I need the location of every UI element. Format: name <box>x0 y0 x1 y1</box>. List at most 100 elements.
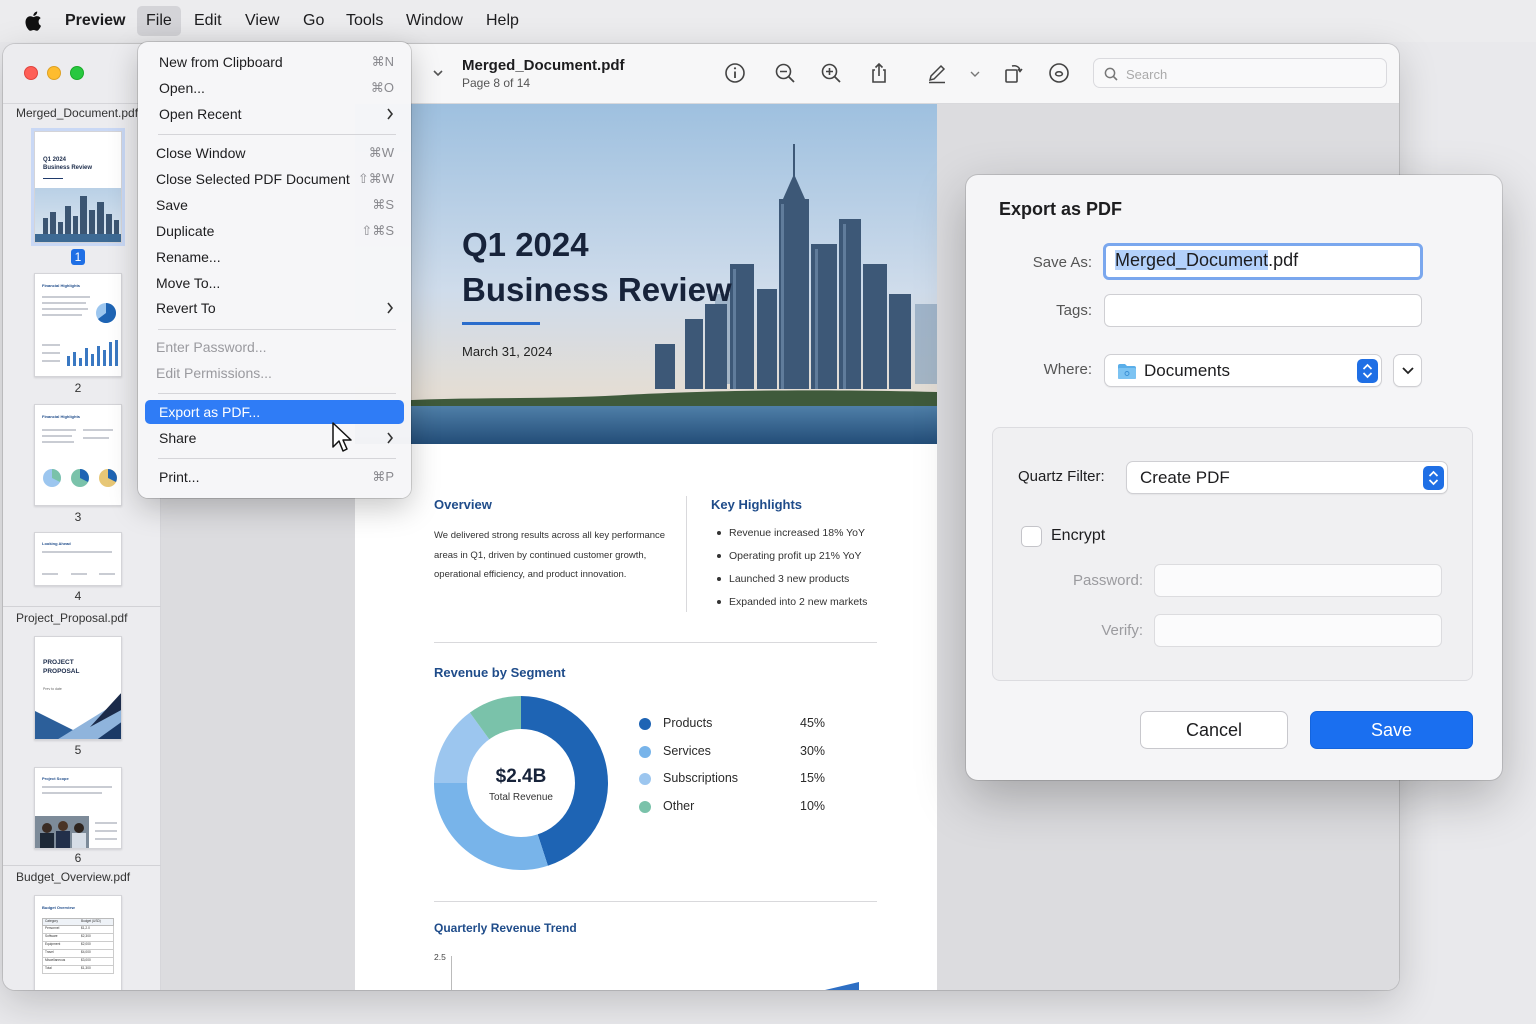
thumb-budget-col: Category <box>45 919 58 923</box>
menu-item-print[interactable]: Print... ⌘P <box>145 465 404 489</box>
thumb-3-line <box>83 429 113 431</box>
revenue-donut-chart: $2.4B Total Revenue <box>434 696 608 870</box>
highlight-item: Expanded into 2 new markets <box>711 593 867 616</box>
menu-file[interactable]: File <box>137 6 181 36</box>
thumb-2-line <box>42 360 60 362</box>
apple-menu-icon[interactable] <box>24 10 42 32</box>
save-as-label: Save As: <box>1032 254 1092 271</box>
menu-item-open[interactable]: Open... ⌘O <box>145 76 404 100</box>
close-window-button[interactable] <box>24 66 38 80</box>
trend-y-axis <box>451 956 452 990</box>
info-icon[interactable] <box>723 61 747 85</box>
thumb-6-title: Project Scope <box>42 776 69 781</box>
column-divider <box>686 496 687 612</box>
thumbnail-budget-page[interactable]: Budget Overview Category Budget (USD) Pe… <box>34 895 122 990</box>
menu-window[interactable]: Window <box>397 6 472 36</box>
cancel-button[interactable]: Cancel <box>1140 711 1288 749</box>
highlights-list: Revenue increased 18% YoY Operating prof… <box>711 524 867 616</box>
menu-item-label: Revert To <box>156 300 216 316</box>
thumb-1-title: Q1 2024 Business Review <box>43 157 93 171</box>
thumb-2-line <box>42 352 60 354</box>
menu-item-close-window[interactable]: Close Window ⌘W <box>145 141 404 165</box>
overview-text: We delivered strong results across all k… <box>434 530 666 580</box>
hero-title: Q1 2024 Business Review <box>462 222 732 312</box>
rotate-icon[interactable] <box>1001 61 1025 85</box>
thumb-budget-cell: $1,2.0 <box>81 926 90 930</box>
save-as-field[interactable]: Merged_Document.pdf <box>1103 243 1423 280</box>
encrypt-checkbox[interactable] <box>1021 526 1042 547</box>
menu-item-duplicate[interactable]: Duplicate ⇧⌘S <box>145 219 404 243</box>
annotate-icon[interactable] <box>1047 61 1071 85</box>
sidebar-doc-merged[interactable]: Merged_Document.pdf <box>16 106 138 120</box>
menu-item-shortcut: ⌘O <box>370 80 394 95</box>
quartz-filter-value: Create PDF <box>1140 468 1230 487</box>
menu-item-export-as-pdf[interactable]: Export as PDF... <box>145 400 404 424</box>
sidebar-doc-project-proposal[interactable]: Project_Proposal.pdf <box>16 611 127 625</box>
menu-item-open-recent[interactable]: Open Recent <box>145 102 404 126</box>
password-field <box>1154 564 1442 597</box>
pdf-page: Q1 2024 Business Review March 31, 2024 O… <box>355 104 937 990</box>
thumb-6-line <box>42 786 112 788</box>
thumb-budget-cell: Software <box>45 934 58 938</box>
menu-item-label: Move To... <box>156 275 221 291</box>
thumbnail-page-4[interactable]: Looking Ahead <box>34 532 122 586</box>
thumb-3-line <box>42 429 76 431</box>
menu-app-preview[interactable]: Preview <box>56 6 134 36</box>
section-divider <box>434 642 877 643</box>
thumbnail-page-3[interactable]: Financial Highlights <box>34 404 122 506</box>
thumb-6-line <box>95 822 117 824</box>
menu-go[interactable]: Go <box>294 6 333 36</box>
sidebar-doc-budget-overview[interactable]: Budget_Overview.pdf <box>16 870 130 884</box>
search-field[interactable] <box>1093 58 1387 88</box>
menu-item-share[interactable]: Share <box>145 426 404 450</box>
legend-value: 30% <box>800 743 826 758</box>
thumbnail-page-5[interactable]: PROJECT PROPOSAL Prev to date <box>34 636 122 740</box>
thumb-budget-cell: Total <box>45 966 52 970</box>
trend-line-fragment <box>825 982 859 990</box>
revenue-heading: Revenue by Segment <box>434 665 566 680</box>
menu-item-new-from-clipboard[interactable]: New from Clipboard ⌘N <box>145 50 404 74</box>
thumb-2-line <box>42 302 86 304</box>
save-button[interactable]: Save <box>1310 711 1473 749</box>
minimize-window-button[interactable] <box>47 66 61 80</box>
legend-swatch <box>639 745 651 758</box>
menu-item-revert-to[interactable]: Revert To <box>145 296 404 320</box>
menu-item-label: Export as PDF... <box>159 404 261 420</box>
zoom-in-icon[interactable] <box>819 61 843 85</box>
thumbnail-page-1[interactable]: Q1 2024 Business Review <box>31 128 125 246</box>
menu-item-rename[interactable]: Rename... <box>145 245 404 269</box>
thumb-3-pies <box>43 469 117 487</box>
menu-help[interactable]: Help <box>477 6 528 36</box>
menu-edit[interactable]: Edit <box>185 6 231 36</box>
thumbnail-page-6[interactable]: Project Scope <box>34 767 122 849</box>
menu-view[interactable]: View <box>236 6 288 36</box>
where-popup[interactable]: Documents <box>1104 354 1382 387</box>
thumb-1-skyline-image <box>35 188 121 242</box>
search-input[interactable] <box>1126 64 1376 84</box>
markup-pen-icon[interactable] <box>925 61 949 85</box>
menu-tools[interactable]: Tools <box>337 6 392 36</box>
legend-value: 10% <box>800 798 826 813</box>
highlight-item: Revenue increased 18% YoY <box>711 524 867 547</box>
thumb-2-line <box>42 296 90 298</box>
expand-browser-button[interactable] <box>1393 354 1422 387</box>
up-down-chevron-icon <box>1362 363 1373 379</box>
share-icon[interactable] <box>867 61 891 85</box>
zoom-out-icon[interactable] <box>773 61 797 85</box>
chevron-down-icon[interactable] <box>969 68 981 80</box>
menu-item-enter-password: Enter Password... <box>145 335 404 359</box>
menu-item-close-selected-pdf[interactable]: Close Selected PDF Document ⇧⌘W <box>145 167 404 191</box>
quartz-filter-popup[interactable]: Create PDF <box>1126 461 1448 494</box>
menu-item-shortcut: ⌘S <box>372 197 394 212</box>
dialog-title: Export as PDF <box>999 199 1123 219</box>
thumbnail-page-2[interactable]: Financial Highlights <box>34 273 122 377</box>
menu-item-move-to[interactable]: Move To... <box>145 271 404 295</box>
mouse-pointer-icon <box>332 422 352 452</box>
zoom-window-button[interactable] <box>70 66 84 80</box>
thumb-budget-cell: Travel <box>45 950 54 954</box>
thumb-6-line <box>95 838 117 840</box>
chevron-down-icon[interactable] <box>432 67 444 79</box>
tags-field[interactable] <box>1104 294 1422 327</box>
menu-item-shortcut: ⌘W <box>368 145 394 160</box>
menu-item-save[interactable]: Save ⌘S <box>145 193 404 217</box>
